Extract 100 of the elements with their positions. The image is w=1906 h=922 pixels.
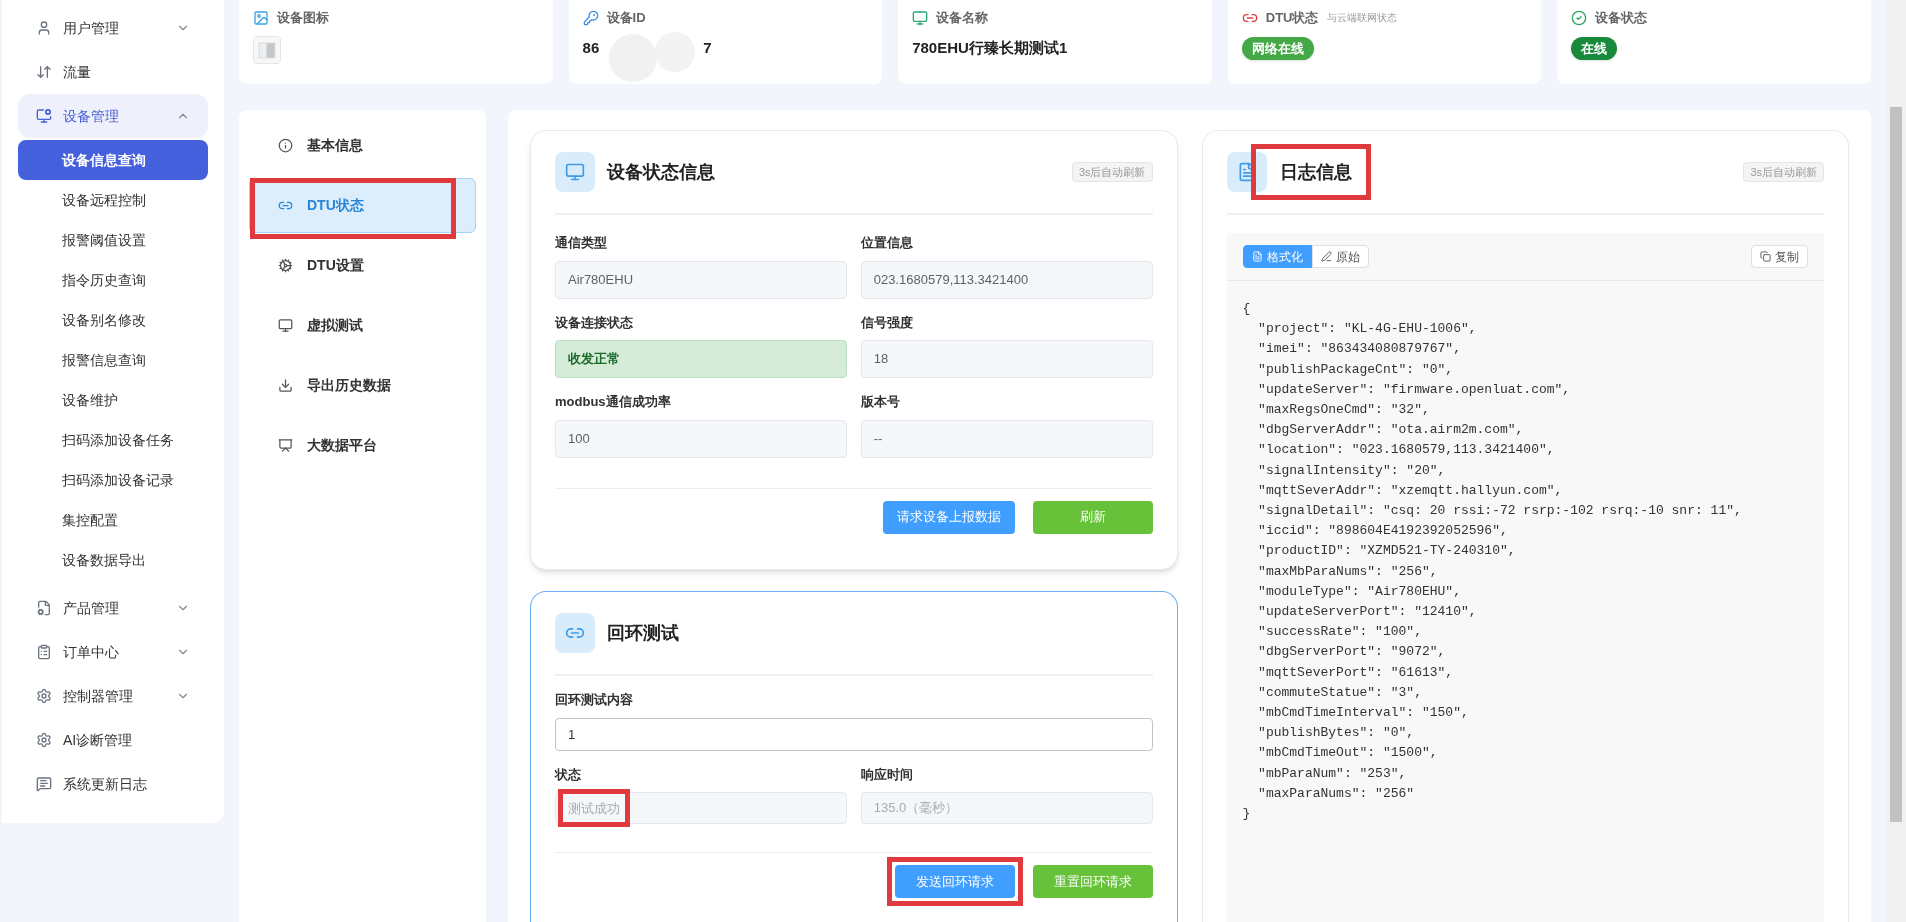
readonly-field: 100 <box>555 419 847 458</box>
submenu-item[interactable]: 设备别名修改 <box>18 300 208 340</box>
code-line: "productID": "XZMD521-TY-240310", <box>1257 542 1517 561</box>
auto-refresh-note: 3s后自动刷新 <box>1071 161 1153 183</box>
code-line: "updateServer": "firmware.openluat.com", <box>1257 380 1572 399</box>
card-title: 回环测试 <box>607 622 679 645</box>
code-line: "iccid": "898604E4192392052596", <box>1257 522 1509 541</box>
code-line: "updateServerPort": "12410", <box>1257 603 1478 622</box>
code-line: "mbCmdTimeOut": "1500", <box>1257 744 1439 763</box>
readonly-field: 收发正常 <box>555 340 847 378</box>
code-line: "dbgServerPort": "9072", <box>1257 643 1447 662</box>
readonly-field: -- <box>860 419 1153 458</box>
card-label: 设备状态 <box>1595 9 1648 27</box>
code-line: "project": "KL-4G-EHU-1006", <box>1257 320 1478 339</box>
check-circle-icon <box>1571 9 1588 26</box>
field-label: 回环测试内容 <box>555 691 634 709</box>
card-label: 设备名称 <box>936 9 989 27</box>
code-line: "commuteStatue": "3", <box>1257 683 1423 702</box>
code-line: "moduleType": "Air780EHU", <box>1257 582 1462 601</box>
card-note: 与云端联网状态 <box>1326 11 1397 26</box>
field-label: 版本号 <box>860 393 901 411</box>
code-line: "publishPackageCnt": "0", <box>1257 360 1455 379</box>
sidebar-item[interactable]: 产品管理 <box>18 586 208 630</box>
input-field[interactable]: 1 <box>555 717 1153 751</box>
monitor-icon <box>278 318 293 333</box>
scrollbar-thumb[interactable] <box>1890 107 1902 822</box>
sidebar-item[interactable]: 控制器管理 <box>18 674 208 718</box>
pen-icon <box>1320 251 1332 262</box>
code-line: "signalIntensity": "20", <box>1257 461 1447 480</box>
code-line: "publishBytes": "0", <box>1257 724 1416 743</box>
field-label: modbus通信成功率 <box>555 393 672 411</box>
clipboard-icon <box>36 644 52 660</box>
field-label: 位置信息 <box>860 234 914 252</box>
sidebar-item[interactable]: 用户管理 <box>18 6 208 50</box>
field-value: 135.0（毫秒） <box>873 799 959 818</box>
download-icon <box>278 378 293 393</box>
submenu-item[interactable]: 扫码添加设备任务 <box>18 420 208 460</box>
user-icon <box>36 20 52 36</box>
submenu-item[interactable]: 报警信息查询 <box>18 340 208 380</box>
card-label: 设备图标 <box>277 9 329 27</box>
submenu-item[interactable]: 设备数据导出 <box>18 540 208 580</box>
info-icon <box>278 138 293 153</box>
code-line: "successRate": "100", <box>1257 623 1423 642</box>
readonly-field: 18 <box>860 340 1153 378</box>
copy-icon <box>1760 251 1771 262</box>
status-badge: 网络在线 <box>1241 36 1314 60</box>
field-label: 信号强度 <box>860 313 914 332</box>
message-icon <box>36 776 52 792</box>
gear-icon <box>278 258 293 273</box>
field-label: 响应时间 <box>860 765 914 784</box>
side-tab[interactable]: 虚拟测试 <box>249 298 476 353</box>
sidebar-item[interactable]: 订单中心 <box>18 630 208 674</box>
submenu-item[interactable]: 报警阈值设置 <box>18 220 208 260</box>
monitor-icon <box>565 162 585 182</box>
document-gear-icon <box>36 600 52 616</box>
sidebar-item[interactable]: 系统更新日志 <box>18 762 208 806</box>
readonly-field: Air780EHU <box>555 260 847 299</box>
submenu-item[interactable]: 设备信息查询 <box>18 140 208 180</box>
sidebar-item[interactable]: AI诊断管理 <box>18 718 208 762</box>
code-line: "dbgServerAddr": "ota.airm2m.com", <box>1257 421 1525 440</box>
readonly-field: 023.1680579,113.3421400 <box>860 260 1153 299</box>
code-line: "mqttSeverAddr": "xzemqtt.hallyun.com", <box>1257 481 1564 500</box>
monitor-icon <box>36 108 52 124</box>
code-line: "mqttSeverPort": "61613", <box>1257 663 1455 682</box>
side-tab[interactable]: 基本信息 <box>249 118 476 173</box>
side-tab[interactable]: 导出历史数据 <box>249 358 476 413</box>
device-id-start: 86 <box>582 38 600 59</box>
submenu-item[interactable]: 指令历史查询 <box>18 260 208 300</box>
card-title: 日志信息 <box>1279 162 1352 182</box>
key-icon <box>582 9 599 26</box>
submenu-item[interactable]: 扫码添加设备记录 <box>18 460 208 500</box>
code-line: } <box>1242 805 1252 824</box>
card-label: 设备ID <box>606 9 646 27</box>
code-line: "mbParaNum": "253", <box>1257 764 1408 783</box>
document-icon <box>1251 251 1263 262</box>
code-line: "maxParaNums": "256" <box>1257 784 1416 803</box>
sidebar-item[interactable]: 设备管理 <box>18 94 208 138</box>
device-name: 780EHU行臻长期测试1 <box>912 38 1068 56</box>
field-label: 设备连接状态 <box>555 313 634 332</box>
code-line: "location": "023.1680579,113.3421400", <box>1257 441 1556 460</box>
monitor-icon <box>912 9 929 26</box>
presentation-board-icon <box>278 438 293 453</box>
card-title: 设备状态信息 <box>607 161 715 184</box>
code-line: "mbCmdTimeInterval": "150", <box>1257 704 1470 723</box>
device-id-end: 7 <box>703 38 712 59</box>
gear-icon <box>36 688 52 704</box>
field-label: 通信类型 <box>555 234 608 252</box>
code-line: "signalDetail": "csq: 20 rssi:-72 rsrp:-102 rsrq:-10 snr: 11", <box>1257 502 1743 521</box>
side-tab[interactable]: 大数据平台 <box>249 418 476 473</box>
code-line: "imei": "863434080879767", <box>1257 340 1462 359</box>
copy-button[interactable]: 复制 <box>1751 245 1808 268</box>
submenu-item[interactable]: 设备远程控制 <box>18 180 208 220</box>
sidebar-item[interactable]: 流量 <box>18 50 208 94</box>
code-line: { <box>1242 300 1252 318</box>
card-label: DTU状态 <box>1265 9 1319 27</box>
arrows-icon <box>36 64 52 80</box>
view-tab[interactable]: 原始 <box>1311 245 1369 268</box>
submenu-item[interactable]: 设备维护 <box>18 380 208 420</box>
submenu-item[interactable]: 集控配置 <box>18 500 208 540</box>
side-tab[interactable]: DTU设置 <box>249 238 476 293</box>
